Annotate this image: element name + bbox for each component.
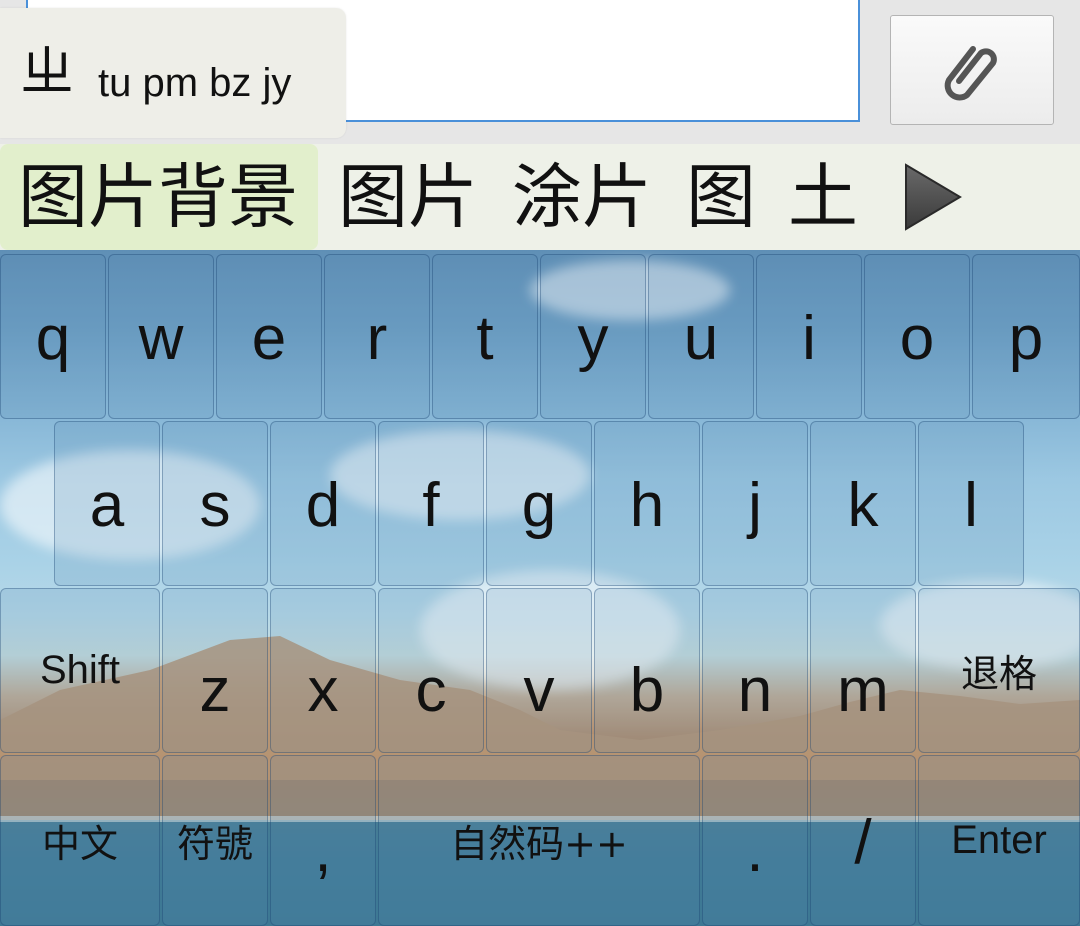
key-n[interactable]: n [702, 588, 808, 753]
key-g[interactable]: g [486, 421, 592, 586]
key-c[interactable]: c [378, 588, 484, 753]
composition-pinyin: tu pm bz jy [98, 61, 292, 105]
key-u[interactable]: u [648, 254, 754, 419]
attach-button[interactable] [890, 15, 1054, 125]
key-j[interactable]: j [702, 421, 808, 586]
key-y[interactable]: y [540, 254, 646, 419]
key-t[interactable]: t [432, 254, 538, 419]
key-m[interactable]: m [810, 588, 916, 753]
backspace-key[interactable]: 退格 [918, 588, 1080, 753]
key-f[interactable]: f [378, 421, 484, 586]
key-o[interactable]: o [864, 254, 970, 419]
symbols-key[interactable]: 符號 [162, 755, 268, 926]
shift-key[interactable]: Shift [0, 588, 160, 753]
candidate-4[interactable]: 图 [686, 144, 756, 250]
key-p[interactable]: p [972, 254, 1080, 419]
period-key[interactable]: . [702, 755, 808, 926]
enter-key[interactable]: Enter [918, 755, 1080, 926]
composition-popup: ㄓ tu pm bz jy [0, 8, 346, 138]
candidate-3[interactable]: 涂片 [512, 144, 652, 250]
candidate-1[interactable]: 图片背景 [0, 144, 318, 250]
key-a[interactable]: a [54, 421, 160, 586]
key-x[interactable]: x [270, 588, 376, 753]
candidate-2[interactable]: 图片 [338, 144, 478, 250]
space-key[interactable]: 自然码++ [378, 755, 700, 926]
key-l[interactable]: l [918, 421, 1024, 586]
slash-key[interactable]: / [810, 755, 916, 926]
paperclip-icon [944, 46, 997, 101]
candidate-5[interactable]: 土 [788, 144, 858, 250]
key-r[interactable]: r [324, 254, 430, 419]
language-switch-key[interactable]: 中文 [0, 755, 160, 926]
key-w[interactable]: w [108, 254, 214, 419]
key-k[interactable]: k [810, 421, 916, 586]
keyboard: q w e r t y u i o p a s d f g h j k l Sh… [0, 250, 1080, 926]
input-area: ㄓ tu pm bz jy [0, 0, 1080, 144]
key-z[interactable]: z [162, 588, 268, 753]
key-d[interactable]: d [270, 421, 376, 586]
key-e[interactable]: e [216, 254, 322, 419]
key-i[interactable]: i [756, 254, 862, 419]
comma-key[interactable]: , [270, 755, 376, 926]
key-s[interactable]: s [162, 421, 268, 586]
play-triangle-icon[interactable] [904, 163, 962, 231]
key-h[interactable]: h [594, 421, 700, 586]
key-b[interactable]: b [594, 588, 700, 753]
key-v[interactable]: v [486, 588, 592, 753]
composition-zhuyin: ㄓ [20, 40, 74, 103]
key-q[interactable]: q [0, 254, 106, 419]
